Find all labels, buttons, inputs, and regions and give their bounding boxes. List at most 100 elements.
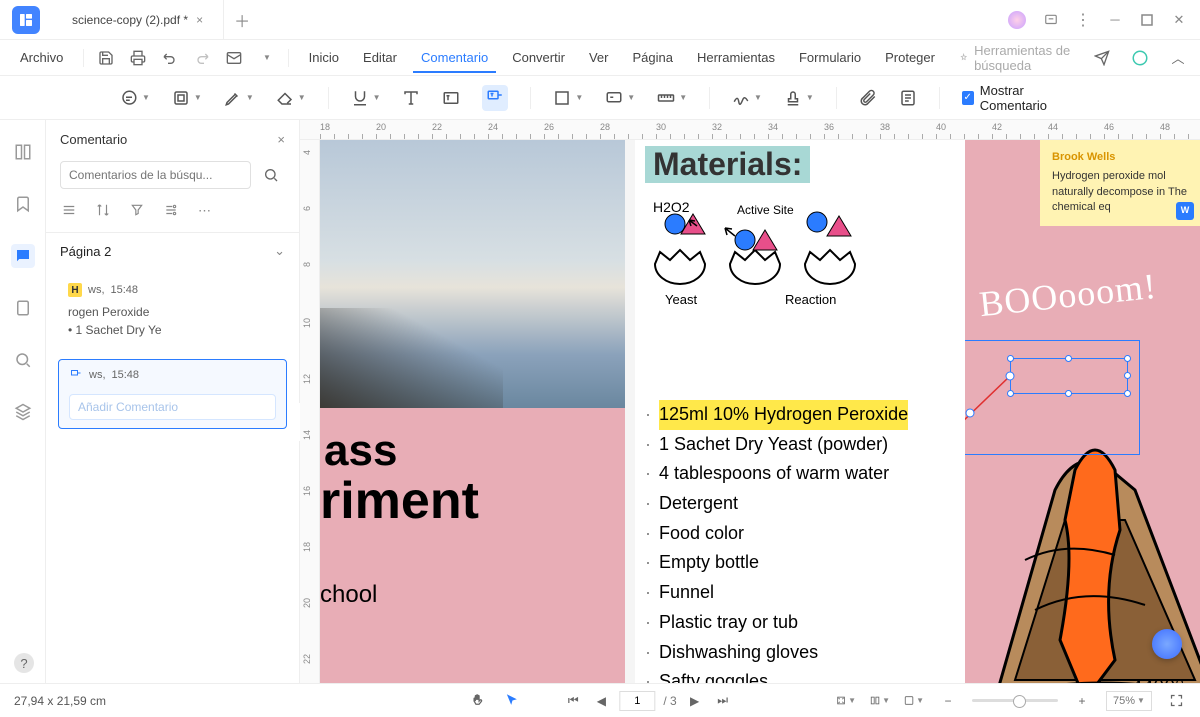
mail-icon[interactable] [224, 48, 244, 68]
document-tab[interactable]: science-copy (2).pdf * × [52, 0, 224, 39]
filter-funnel-icon[interactable] [130, 203, 144, 220]
more-icon[interactable]: ⋮ [1076, 13, 1090, 27]
page-nav: ⏮ ◀ / 3 ▶ ⏭ [563, 691, 732, 711]
form-tool[interactable] [899, 89, 917, 107]
rail-attachments-icon[interactable] [11, 296, 35, 320]
menu-formulario[interactable]: Formulario [791, 46, 869, 69]
window-maximize-icon[interactable] [1140, 13, 1154, 27]
comment-item-highlight[interactable]: H ws, 15:48 rogen Peroxide • 1 Sachet Dr… [58, 275, 287, 347]
pencil-tool[interactable]: ▼ [224, 89, 254, 107]
next-page-icon[interactable]: ▶ [685, 691, 705, 711]
underline-tool[interactable]: ▼ [351, 89, 381, 107]
ai-assistant-icon[interactable] [1152, 629, 1182, 659]
zoom-slider[interactable] [972, 699, 1058, 702]
share-icon[interactable] [1092, 48, 1112, 68]
add-comment-input[interactable] [69, 394, 276, 420]
attachment-tool[interactable] [859, 89, 877, 107]
menu-file[interactable]: Archivo [12, 46, 71, 69]
user-avatar-icon[interactable] [1008, 11, 1026, 29]
note-tool[interactable]: ▼ [120, 89, 150, 107]
stamp2-tool[interactable]: ▼ [784, 89, 814, 107]
fit-page-icon[interactable]: ▼ [836, 691, 856, 711]
save-icon[interactable] [96, 48, 116, 68]
menu-inicio[interactable]: Inicio [301, 46, 347, 69]
callout-textbox[interactable] [1010, 358, 1128, 394]
callout-tool[interactable] [482, 85, 508, 111]
rail-search-icon[interactable] [11, 348, 35, 372]
filter-sort-icon[interactable] [96, 203, 110, 220]
read-mode-icon[interactable]: ▼ [904, 691, 924, 711]
page-input[interactable] [619, 691, 655, 711]
show-comment-checkbox[interactable]: ✓Mostrar Comentario [962, 83, 1080, 113]
window-close-icon[interactable]: ✕ [1172, 13, 1186, 27]
last-page-icon[interactable]: ⏭ [713, 691, 733, 711]
menu-editar[interactable]: Editar [355, 46, 405, 69]
measure-tool[interactable]: ▼ [657, 89, 687, 107]
close-tab-icon[interactable]: × [196, 13, 203, 27]
undo-icon[interactable] [160, 48, 180, 68]
list-item-text: Detergent [659, 489, 738, 519]
help-icon[interactable]: ? [14, 653, 34, 673]
menu-comentario[interactable]: Comentario [413, 42, 496, 73]
rail-bookmark-icon[interactable] [11, 192, 35, 216]
list-item-text: Food color [659, 519, 744, 549]
filter-row: ⋯ [46, 195, 299, 232]
rail-comments-icon[interactable] [11, 244, 35, 268]
list-item-text: Empty bottle [659, 548, 759, 578]
prev-page-icon[interactable]: ◀ [591, 691, 611, 711]
menu-ver[interactable]: Ver [581, 46, 617, 69]
feedback-icon[interactable] [1044, 13, 1058, 27]
highlight-tool[interactable]: ▼ [172, 89, 202, 107]
select-tool-icon[interactable] [501, 691, 521, 711]
comment-user: ws, [88, 284, 105, 296]
list-item: ·Plastic tray or tub [645, 608, 908, 638]
rail-layers-icon[interactable] [11, 400, 35, 424]
textbox-tool[interactable] [442, 89, 460, 107]
comment-search-input[interactable] [60, 161, 251, 189]
filter-settings-icon[interactable] [164, 203, 178, 220]
first-page-icon[interactable]: ⏮ [563, 691, 583, 711]
signature-tool[interactable]: ▼ [732, 89, 762, 107]
zoom-in-icon[interactable]: + [1072, 691, 1092, 711]
filter-more-icon[interactable]: ⋯ [198, 203, 211, 220]
zoom-out-icon[interactable]: − [938, 691, 958, 711]
collapse-ribbon-icon[interactable]: ︿ [1168, 48, 1188, 68]
list-item: ·Dishwashing gloves [645, 638, 908, 668]
fullscreen-icon[interactable] [1166, 691, 1186, 711]
menu-convertir[interactable]: Convertir [504, 46, 573, 69]
menu-search-tools[interactable]: Herramientas de búsqueda [951, 39, 1084, 77]
list-item: ·Safty goggles [645, 667, 908, 683]
text-tool[interactable] [402, 89, 420, 107]
hand-tool-icon[interactable] [467, 691, 487, 711]
panel-close-icon[interactable]: × [277, 132, 285, 147]
document-pages[interactable]: ass riment chool Materials: H2O2 Active … [320, 140, 1200, 683]
quick-dropdown-icon[interactable]: ▼ [256, 48, 276, 68]
print-icon[interactable] [128, 48, 148, 68]
bullet-icon: · [645, 430, 651, 460]
view-mode-icon[interactable]: ▼ [870, 691, 890, 711]
panel-title: Comentario [60, 132, 127, 147]
comment-time: 15:48 [111, 284, 139, 296]
menu-herramientas[interactable]: Herramientas [689, 46, 783, 69]
cloud-icon[interactable] [1130, 48, 1150, 68]
menu-pagina[interactable]: Página [624, 46, 680, 69]
stamp-tool[interactable]: ▼ [605, 89, 635, 107]
rail-thumbnails-icon[interactable] [11, 140, 35, 164]
ruler-vertical: 46810121416182022 [300, 140, 320, 683]
menu-proteger[interactable]: Proteger [877, 46, 943, 69]
window-minimize-icon[interactable]: ─ [1108, 13, 1122, 27]
search-icon[interactable] [257, 161, 285, 189]
add-tab-button[interactable]: ＋ [234, 8, 250, 32]
list-item-text: Plastic tray or tub [659, 608, 798, 638]
list-item-text: Dishwashing gloves [659, 638, 818, 668]
subheading-frag: chool [320, 581, 625, 609]
redo-icon[interactable] [192, 48, 212, 68]
eraser-tool[interactable]: ▼ [276, 89, 306, 107]
canvas-wrap: ◂ 18202224262830323436384042444648 46810… [300, 120, 1200, 683]
filter-list-icon[interactable] [62, 203, 76, 220]
sticky-note[interactable]: Brook Wells Hydrogen peroxide mol natura… [1040, 140, 1200, 226]
section-page-2[interactable]: Página 2 ⌄ [46, 232, 299, 269]
comment-item-shape[interactable]: ws, 15:48 [58, 359, 287, 429]
zoom-value[interactable]: 75% ▼ [1106, 691, 1152, 711]
shape-tool[interactable]: ▼ [553, 89, 583, 107]
